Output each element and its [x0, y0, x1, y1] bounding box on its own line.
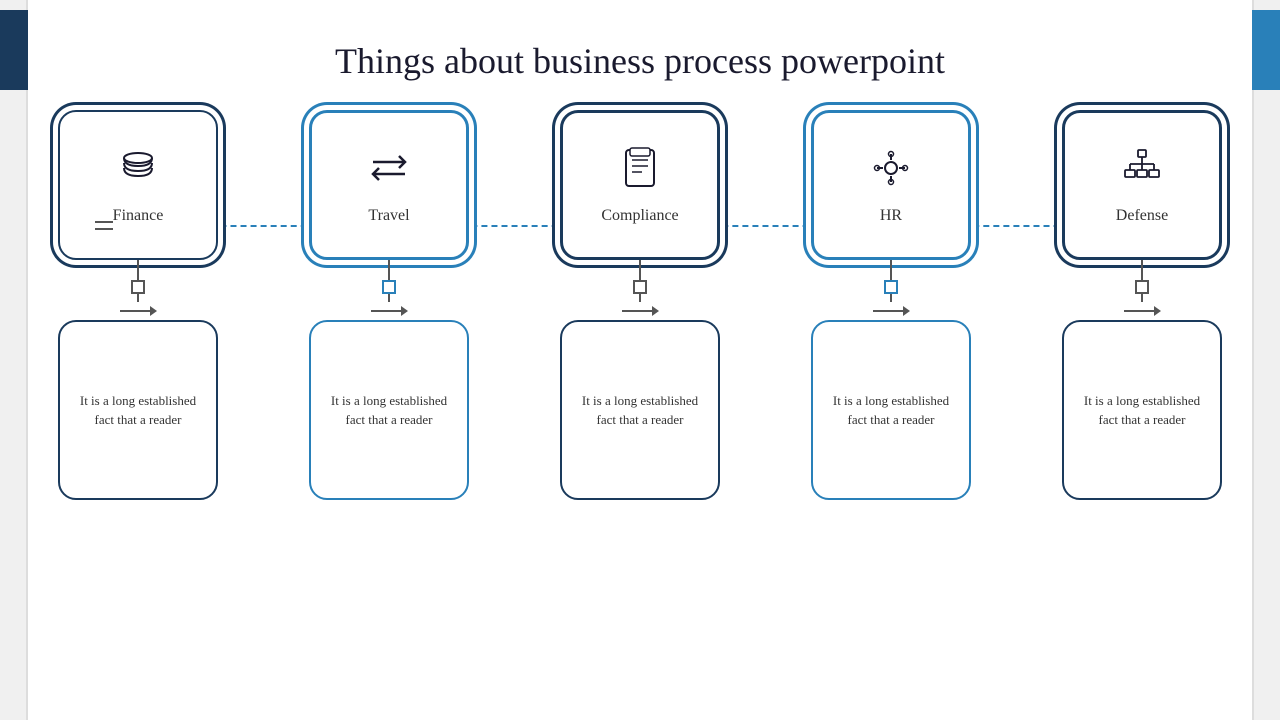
hr-bottom-card: It is a long established fact that a rea…: [811, 320, 971, 500]
compliance-top-card: Compliance: [560, 110, 720, 260]
compliance-connector: [622, 260, 659, 320]
defense-connector: [1124, 260, 1161, 320]
finance-bottom-card: It is a long established fact that a rea…: [58, 320, 218, 500]
finance-label: Finance: [113, 207, 164, 225]
defense-column: Defense It is a long established fact th…: [1044, 110, 1240, 500]
travel-icon: [367, 146, 411, 199]
defense-description: It is a long established fact that a rea…: [1076, 391, 1208, 430]
defense-label: Defense: [1116, 207, 1168, 225]
defense-bottom-card: It is a long established fact that a rea…: [1062, 320, 1222, 500]
page-title: Things about business process powerpoint: [0, 0, 1280, 102]
hr-column: HR It is a long established fact that a …: [793, 110, 989, 500]
travel-label: Travel: [368, 207, 409, 225]
defense-top-card: Defense: [1062, 110, 1222, 260]
finance-column: Finance It is a long established fact th…: [40, 110, 236, 500]
hr-connector: [873, 260, 910, 320]
right-accent-bar: [1252, 0, 1280, 720]
hr-top-card: HR: [811, 110, 971, 260]
left-accent-bar: [0, 0, 28, 720]
cards-row: Finance It is a long established fact th…: [40, 110, 1240, 500]
compliance-bottom-card: It is a long established fact that a rea…: [560, 320, 720, 500]
hr-label: HR: [880, 207, 902, 225]
left-end-decoration: [95, 221, 113, 230]
compliance-icon: [620, 146, 660, 199]
travel-bottom-card: It is a long established fact that a rea…: [309, 320, 469, 500]
finance-description: It is a long established fact that a rea…: [72, 391, 204, 430]
compliance-description: It is a long established fact that a rea…: [574, 391, 706, 430]
travel-description: It is a long established fact that a rea…: [323, 391, 455, 430]
travel-connector: [371, 260, 408, 320]
travel-top-card: Travel: [309, 110, 469, 260]
hr-description: It is a long established fact that a rea…: [825, 391, 957, 430]
compliance-column: Compliance It is a long established fact…: [542, 110, 738, 500]
main-content: Finance It is a long established fact th…: [40, 110, 1240, 700]
finance-icon: [116, 146, 160, 199]
travel-column: Travel It is a long established fact tha…: [291, 110, 487, 500]
defense-icon: [1120, 146, 1164, 199]
compliance-label: Compliance: [601, 207, 678, 225]
finance-top-card: Finance: [58, 110, 218, 260]
finance-connector: [120, 260, 157, 320]
hr-icon: [869, 146, 913, 199]
